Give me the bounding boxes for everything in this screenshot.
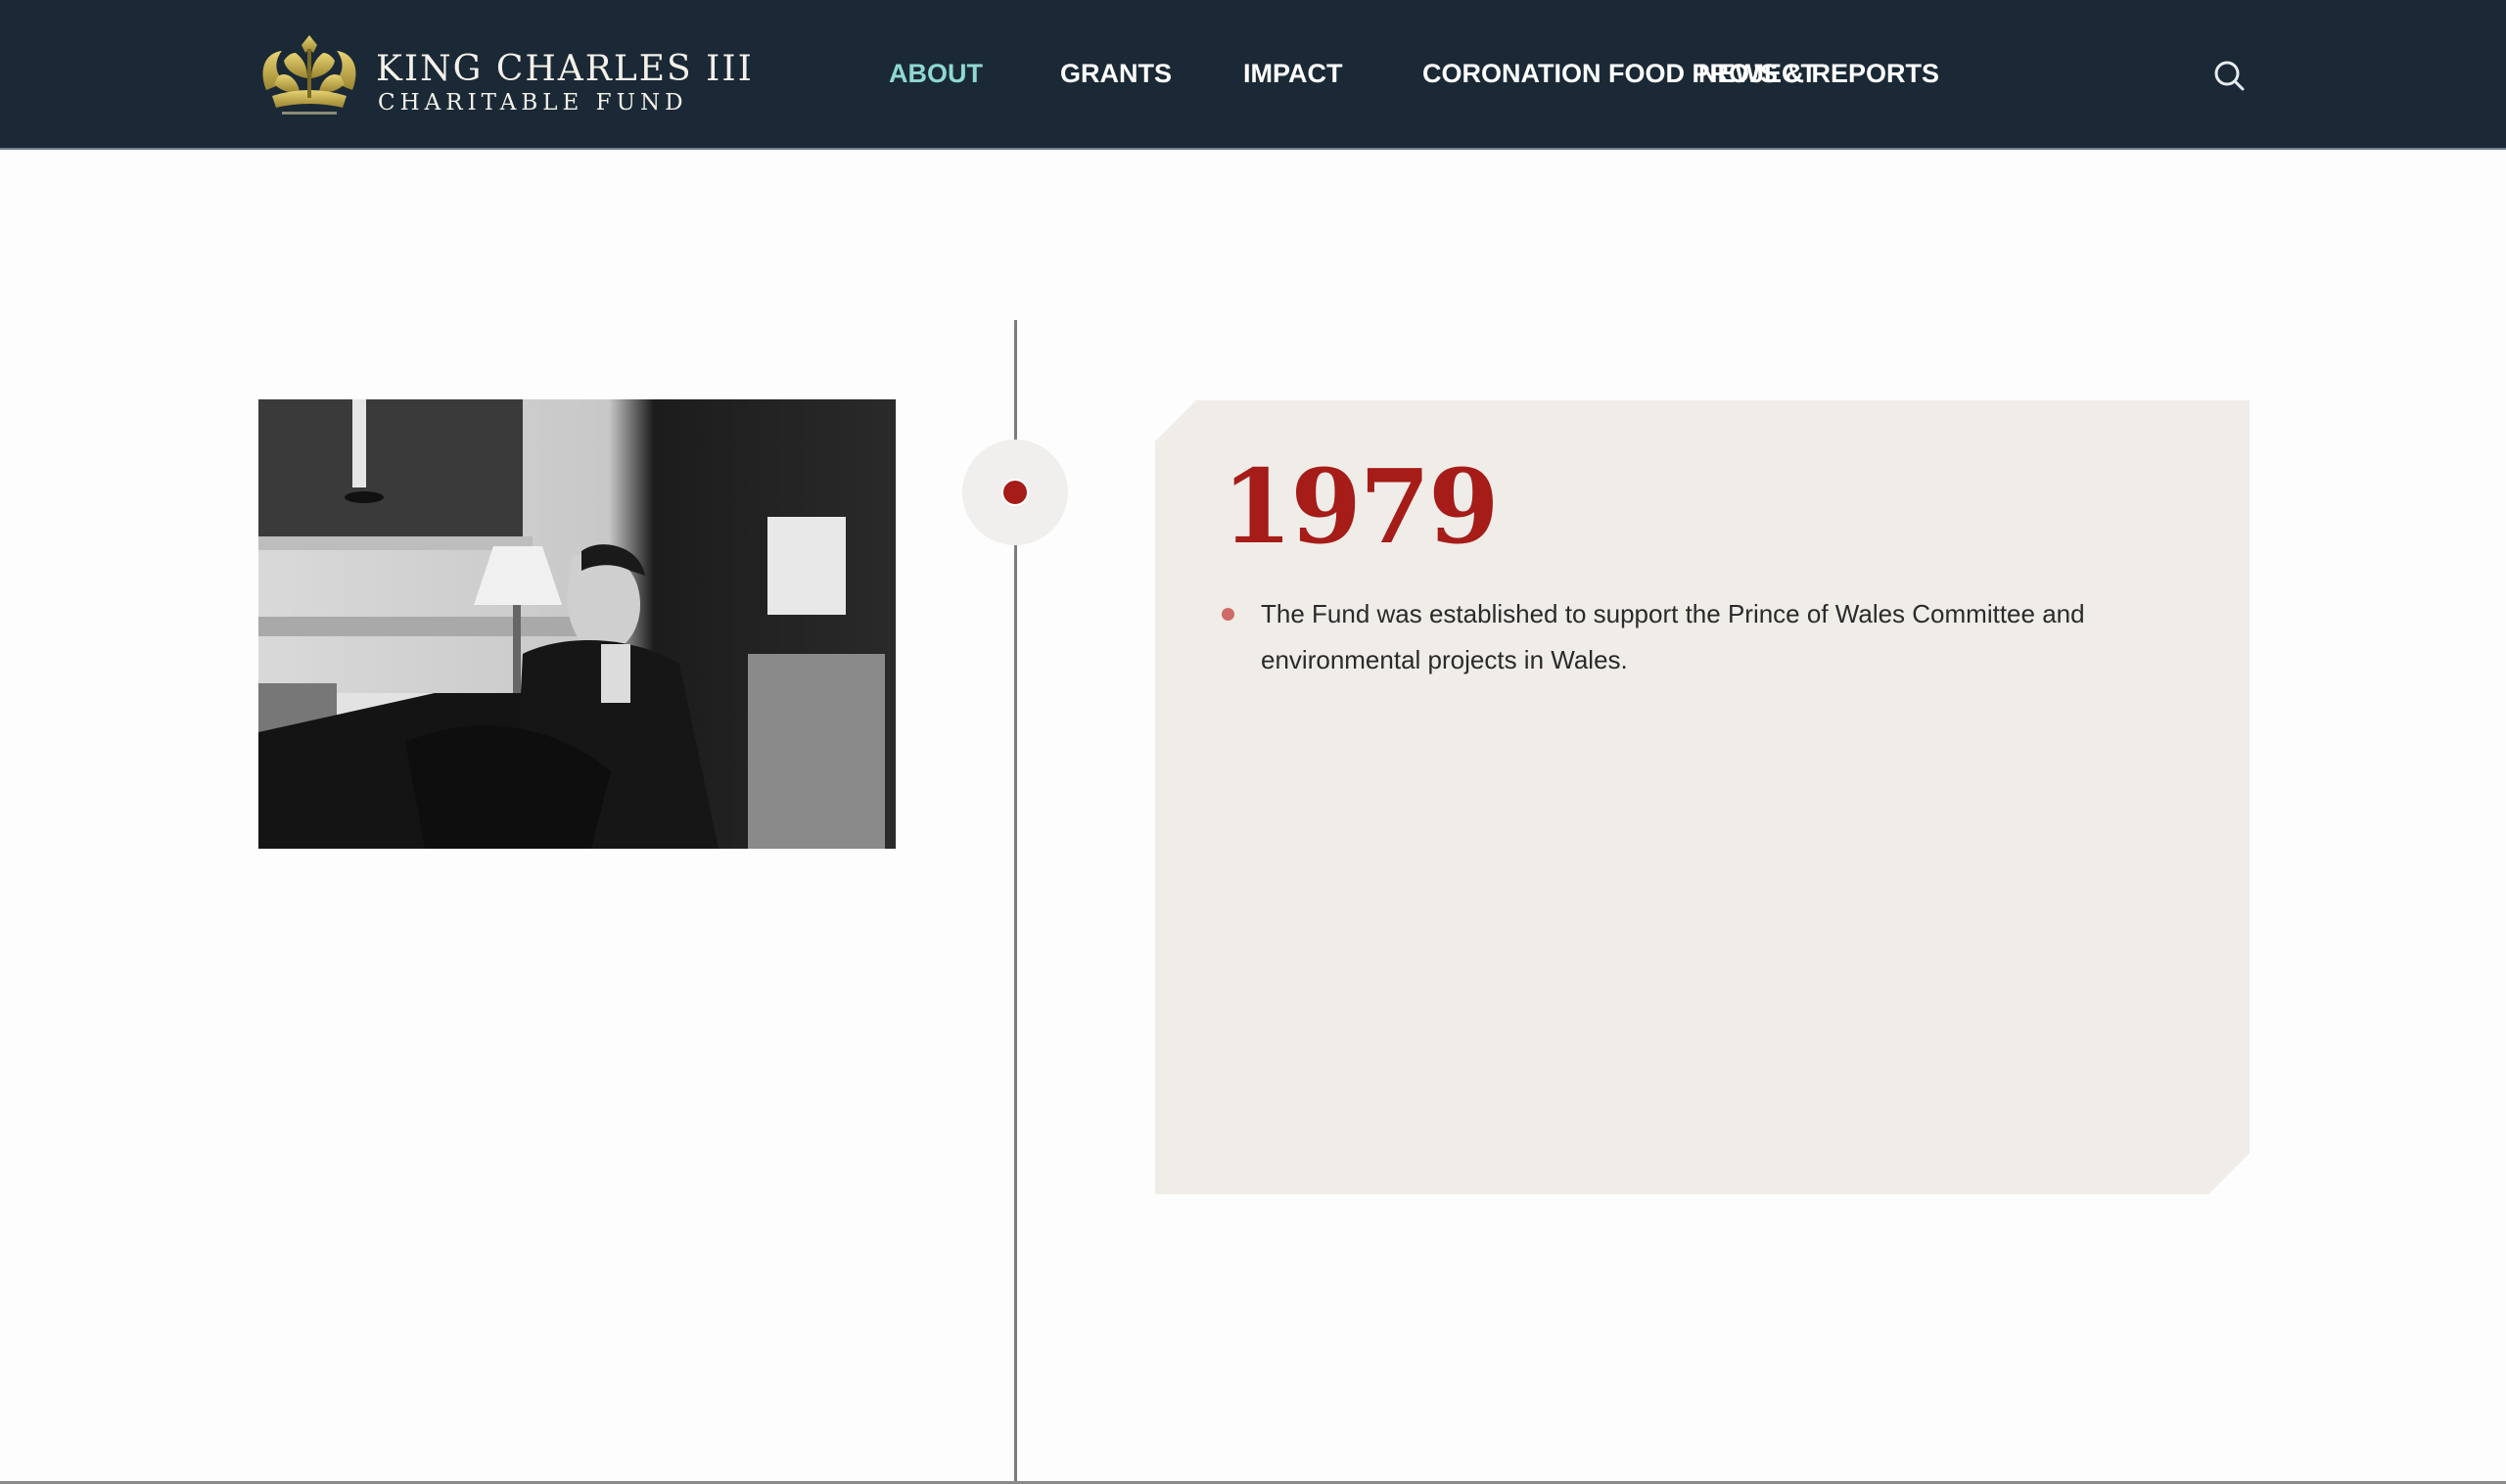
photo-image: [258, 399, 896, 849]
timeline-bullet-list: The Fund was established to support the …: [1222, 591, 2181, 683]
search-icon: [2214, 61, 2245, 91]
bullet-icon: [1222, 608, 1234, 621]
timeline-node: [962, 440, 1068, 545]
timeline-node-dot: [1001, 479, 1029, 506]
timeline-bullet-item: The Fund was established to support the …: [1222, 591, 2181, 683]
timeline-bullet-text: The Fund was established to support the …: [1261, 599, 2085, 674]
search-button[interactable]: [2210, 57, 2250, 96]
timeline-photo: [258, 399, 896, 849]
timeline-year: 1979: [1222, 446, 1498, 567]
nav-impact[interactable]: IMPACT: [1243, 59, 1343, 89]
logo-title: KING CHARLES III: [376, 49, 754, 89]
timeline-card: 1979 The Fund was established to support…: [1155, 400, 2250, 1194]
site-header: KING CHARLES III CHARITABLE FUND ABOUT G…: [0, 0, 2506, 150]
logo-subtitle: CHARITABLE FUND: [378, 90, 688, 116]
nav-news-reports[interactable]: NEWS & REPORTS: [1698, 59, 1939, 89]
crown-icon: [262, 35, 356, 115]
nav-grants[interactable]: GRANTS: [1060, 59, 1172, 89]
site-logo[interactable]: KING CHARLES III CHARITABLE FUND: [256, 29, 752, 119]
nav-about[interactable]: ABOUT: [889, 59, 983, 89]
